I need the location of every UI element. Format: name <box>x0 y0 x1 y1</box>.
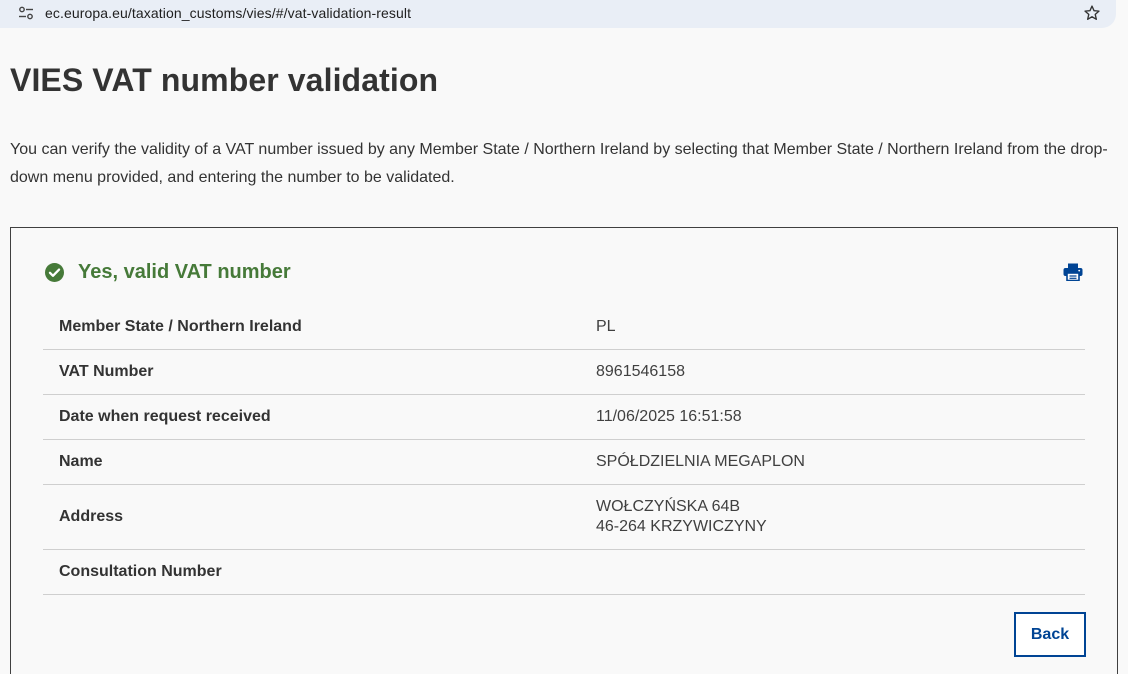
table-row: Date when request received 11/06/2025 16… <box>43 395 1085 440</box>
address-line: 46-264 KRZYWICZYNY <box>596 518 767 535</box>
print-icon[interactable] <box>1063 263 1083 281</box>
site-settings-icon[interactable] <box>18 6 34 20</box>
row-value: 11/06/2025 16:51:58 <box>596 408 742 425</box>
table-row: Name SPÓŁDZIELNIA MEGAPLON <box>43 440 1085 485</box>
page-title: VIES VAT number validation <box>10 62 439 98</box>
row-value: SPÓŁDZIELNIA MEGAPLON <box>596 453 805 470</box>
row-value: 8961546158 <box>596 363 685 380</box>
bookmark-star-icon[interactable] <box>1083 4 1101 22</box>
table-row: Address WOŁCZYŃSKA 64B 46-264 KRZYWICZYN… <box>43 485 1085 550</box>
table-row: Member State / Northern Ireland PL <box>43 305 1085 350</box>
back-button[interactable]: Back <box>1014 612 1086 657</box>
table-row: Consultation Number <box>43 550 1085 595</box>
intro-text: You can verify the validity of a VAT num… <box>10 141 1108 186</box>
row-label: Date when request received <box>59 408 271 425</box>
address-bar[interactable]: ec.europa.eu/taxation_customs/vies/#/vat… <box>0 0 1116 28</box>
vat-details-table: Member State / Northern Ireland PL VAT N… <box>43 305 1085 595</box>
check-circle-icon <box>45 263 64 282</box>
row-label: Name <box>59 453 103 470</box>
table-row: VAT Number 8961546158 <box>43 350 1085 395</box>
validation-result-panel: Yes, valid VAT number Member State / Nor… <box>10 227 1118 674</box>
url-text[interactable]: ec.europa.eu/taxation_customs/vies/#/vat… <box>45 5 411 21</box>
row-label: VAT Number <box>59 363 154 380</box>
row-value: PL <box>596 318 616 335</box>
address-line: WOŁCZYŃSKA 64B <box>596 498 741 515</box>
row-label: Consultation Number <box>59 563 222 580</box>
validation-status: Yes, valid VAT number <box>45 261 291 284</box>
status-text: Yes, valid VAT number <box>78 261 291 283</box>
row-label: Address <box>59 508 124 525</box>
address-value: WOŁCZYŃSKA 64B 46-264 KRZYWICZYNY <box>596 497 767 537</box>
row-label: Member State / Northern Ireland <box>59 318 302 335</box>
